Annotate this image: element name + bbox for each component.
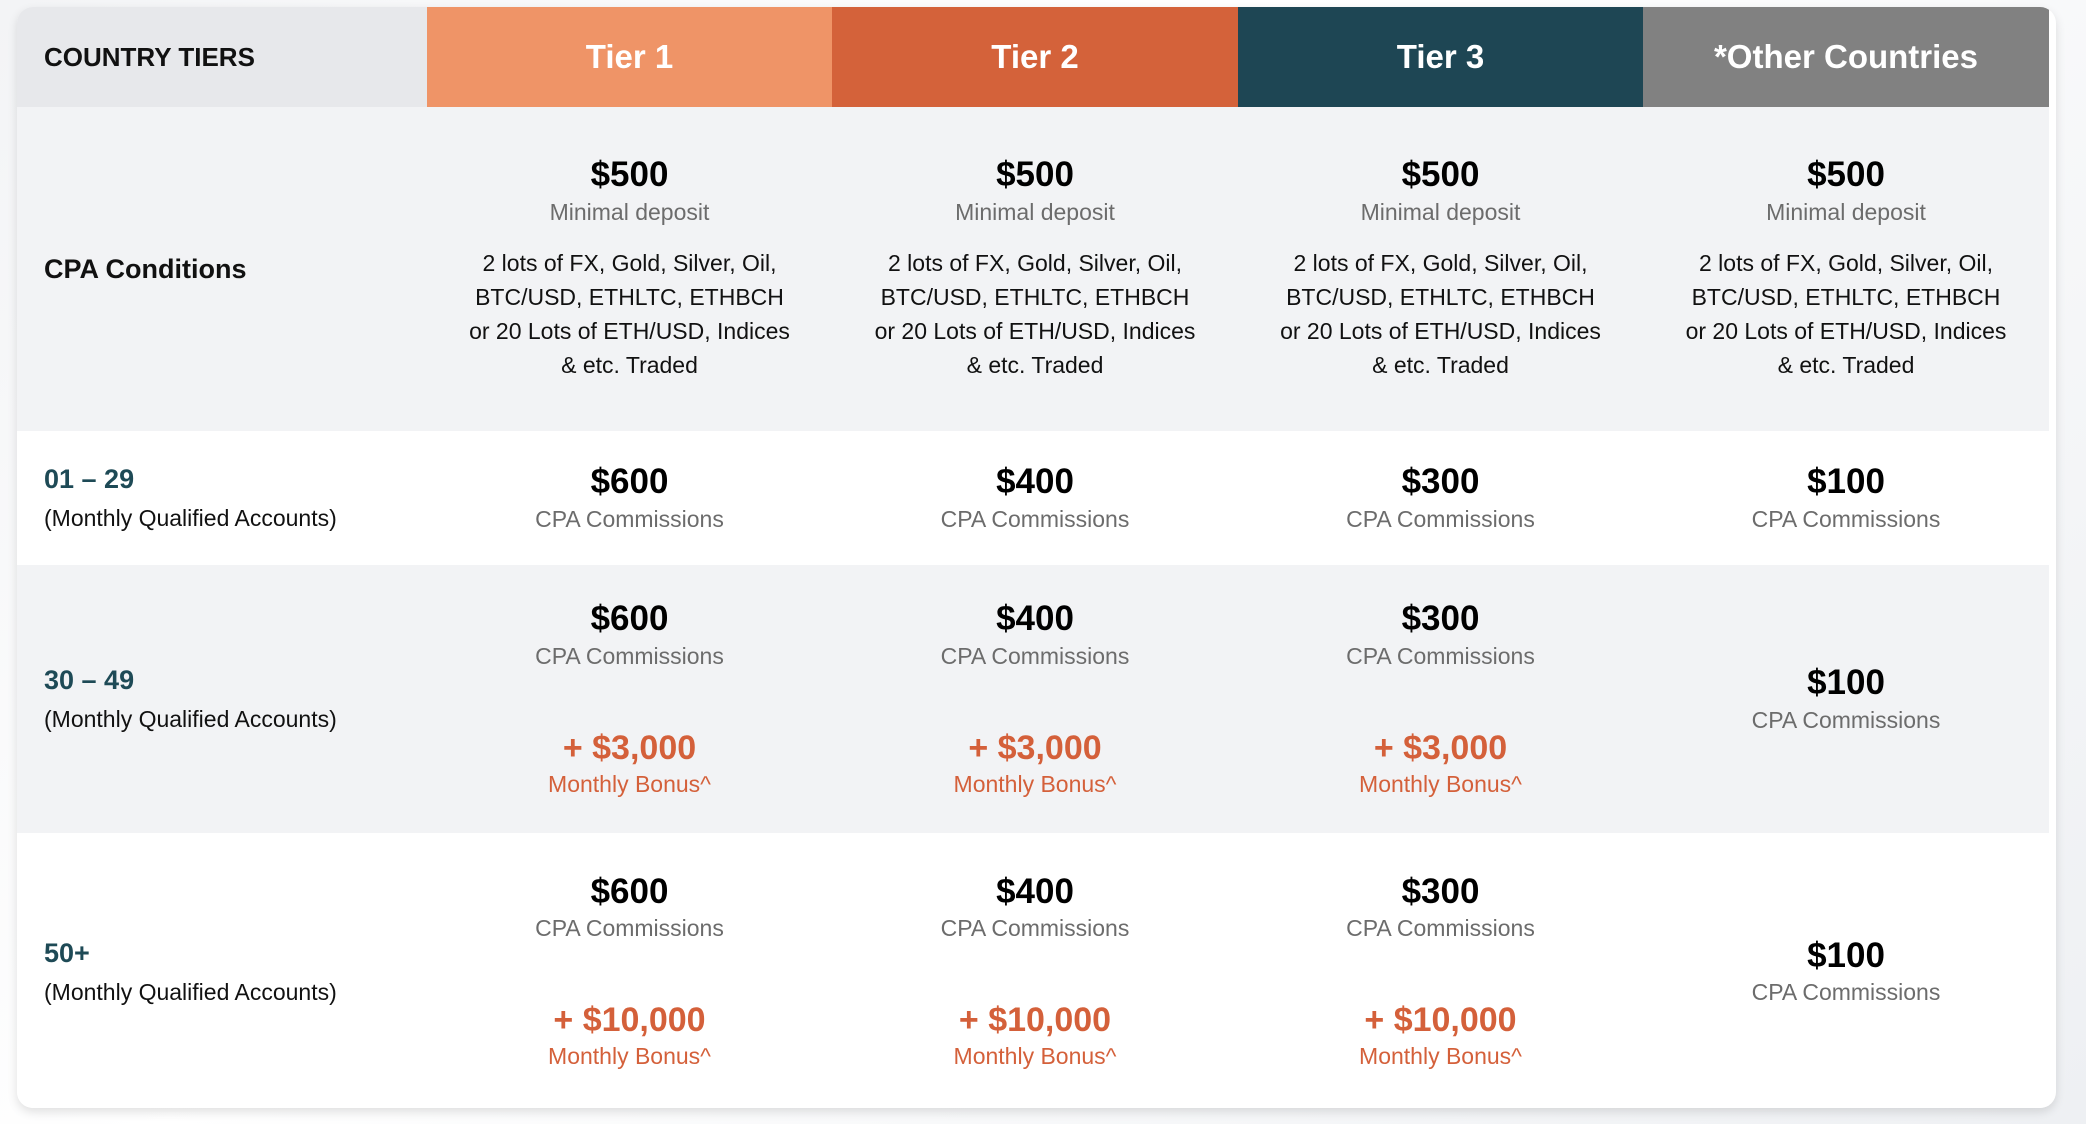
range-label: (Monthly Qualified Accounts) <box>44 505 337 531</box>
commission-amount: $300 <box>1401 462 1480 502</box>
commission-cell: $600 CPA Commissions + $10,000 Monthly B… <box>427 833 832 1108</box>
deposit-label: Minimal deposit <box>1360 198 1521 225</box>
commission-amount: $600 <box>590 599 669 639</box>
commission-label: CPA Commissions <box>535 915 724 942</box>
bonus-amount: + $3,000 <box>968 728 1102 767</box>
range-value: 30 – 49 <box>44 665 135 695</box>
commission-label: CPA Commissions <box>1346 642 1535 669</box>
commission-label: CPA Commissions <box>535 642 724 669</box>
cpa-conditions-label: CPA Conditions <box>44 253 247 284</box>
bonus-amount: + $10,000 <box>553 1001 706 1040</box>
deposit-amount: $500 <box>996 155 1074 195</box>
header-other-countries: *Other Countries <box>1643 7 2049 107</box>
bonus-label: Monthly Bonus^ <box>953 1043 1117 1070</box>
bonus-label: Monthly Bonus^ <box>1359 1043 1522 1070</box>
cpa-cell-other: $500 Minimal deposit 2 lots of FX, Gold,… <box>1643 107 2049 431</box>
commission-cell: $300 CPA Commissions + $3,000 Monthly Bo… <box>1238 565 1643 833</box>
commission-amount: $100 <box>1807 935 1885 975</box>
commission-label: CPA Commissions <box>1751 979 1941 1006</box>
header-tier-2: Tier 2 <box>832 7 1238 107</box>
header-country-tiers: COUNTRY TIERS <box>17 7 427 107</box>
commission-cell: $600 CPA Commissions + $3,000 Monthly Bo… <box>427 565 832 833</box>
bonus-label: Monthly Bonus^ <box>1359 770 1522 797</box>
cpa-cell-tier-3: $500 Minimal deposit 2 lots of FX, Gold,… <box>1238 107 1643 431</box>
bonus-amount: + $3,000 <box>1373 728 1508 767</box>
commission-label: CPA Commissions <box>940 505 1130 532</box>
bonus-amount: + $10,000 <box>958 1001 1112 1040</box>
commission-cell: $300 CPA Commissions + $10,000 Monthly B… <box>1238 833 1643 1108</box>
commission-label: CPA Commissions <box>940 642 1130 669</box>
country-tiers-table: COUNTRY TIERS Tier 1 Tier 2 Tier 3 *Othe… <box>17 7 2056 1108</box>
range-label: (Monthly Qualified Accounts) <box>44 978 337 1005</box>
range-value: 50+ <box>44 937 90 968</box>
range-label: (Monthly Qualified Accounts) <box>44 706 337 732</box>
trade-conditions: 2 lots of FX, Gold, Silver, Oil, BTC/USD… <box>1280 249 1601 378</box>
commission-amount: $100 <box>1807 462 1885 502</box>
commission-label: CPA Commissions <box>1346 505 1535 532</box>
deposit-amount: $500 <box>590 155 669 195</box>
commission-label: CPA Commissions <box>535 505 724 532</box>
commission-amount: $400 <box>996 871 1074 911</box>
commission-amount: $300 <box>1401 871 1480 911</box>
trade-conditions: 2 lots of FX, Gold, Silver, Oil, BTC/USD… <box>469 249 790 378</box>
bonus-amount: + $3,000 <box>562 728 697 767</box>
commission-amount: $400 <box>996 462 1074 502</box>
commission-amount: $600 <box>590 462 669 502</box>
bonus-label: Monthly Bonus^ <box>548 770 711 797</box>
header-tier-1: Tier 1 <box>427 7 832 107</box>
commission-cell: $400 CPA Commissions + $10,000 Monthly B… <box>832 833 1238 1108</box>
commission-amount: $600 <box>590 871 669 911</box>
deposit-label: Minimal deposit <box>549 198 710 225</box>
bonus-label: Monthly Bonus^ <box>548 1043 711 1070</box>
bonus-amount: + $10,000 <box>1364 1001 1517 1040</box>
commission-label: CPA Commissions <box>940 915 1130 942</box>
row-label-01-29: 01 – 29 (Monthly Qualified Accounts) <box>17 431 427 565</box>
cpa-cell-tier-2: $500 Minimal deposit 2 lots of FX, Gold,… <box>832 107 1238 431</box>
commission-amount: $100 <box>1807 663 1885 703</box>
range-value: 01 – 29 <box>44 464 135 494</box>
header-tier-3: Tier 3 <box>1238 7 1643 107</box>
bonus-label: Monthly Bonus^ <box>953 770 1117 797</box>
commission-cell: $600 CPA Commissions <box>427 431 832 565</box>
commission-label: CPA Commissions <box>1751 505 1941 532</box>
commission-label: CPA Commissions <box>1346 915 1535 942</box>
row-label-50-plus: 50+ (Monthly Qualified Accounts) <box>17 833 427 1108</box>
commission-cell: $100 CPA Commissions <box>1643 431 2049 565</box>
commission-amount: $400 <box>996 599 1074 639</box>
commission-cell: $100 CPA Commissions <box>1643 833 2049 1108</box>
row-label-cpa-conditions: CPA Conditions <box>17 107 427 431</box>
commission-amount: $300 <box>1401 599 1480 639</box>
commission-cell: $300 CPA Commissions <box>1238 431 1643 565</box>
deposit-label: Minimal deposit <box>955 198 1115 225</box>
deposit-amount: $500 <box>1807 155 1885 195</box>
commission-cell: $400 CPA Commissions + $3,000 Monthly Bo… <box>832 565 1238 833</box>
cpa-cell-tier-1: $500 Minimal deposit 2 lots of FX, Gold,… <box>427 107 832 431</box>
row-label-30-49: 30 – 49 (Monthly Qualified Accounts) <box>17 565 427 833</box>
deposit-amount: $500 <box>1401 155 1480 195</box>
deposit-label: Minimal deposit <box>1766 198 1926 225</box>
trade-conditions: 2 lots of FX, Gold, Silver, Oil, BTC/USD… <box>1685 249 2007 378</box>
commission-label: CPA Commissions <box>1751 706 1941 733</box>
trade-conditions: 2 lots of FX, Gold, Silver, Oil, BTC/USD… <box>874 249 1196 378</box>
commission-cell: $100 CPA Commissions <box>1643 565 2049 833</box>
commission-cell: $400 CPA Commissions <box>832 431 1238 565</box>
